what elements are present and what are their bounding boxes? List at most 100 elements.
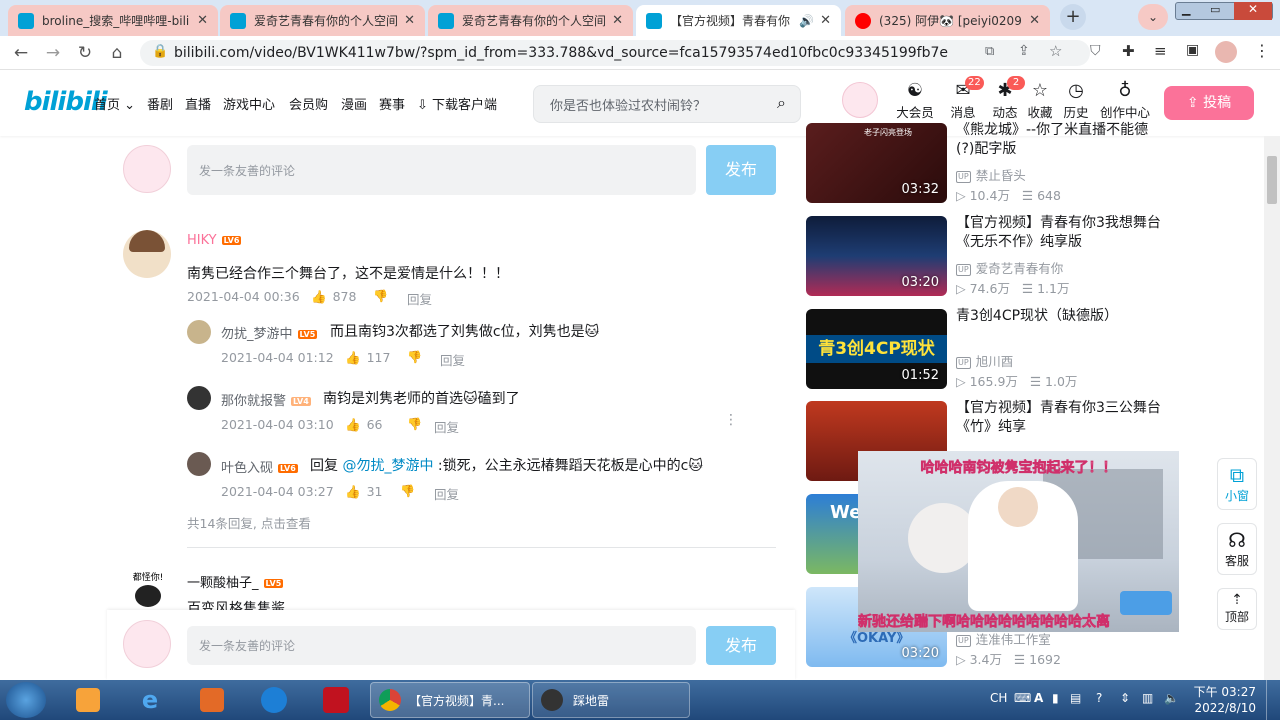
nav-vip-shop[interactable]: 会员购 xyxy=(289,94,328,113)
profile-avatar[interactable] xyxy=(1215,41,1237,63)
audio-playing-icon[interactable]: 🔊 xyxy=(799,14,814,28)
internet-explorer-icon[interactable]: e xyxy=(122,683,178,717)
tab-search-chevron-icon[interactable]: ⌄ xyxy=(1138,4,1168,30)
avatar[interactable] xyxy=(187,452,211,476)
forward-icon[interactable]: → xyxy=(42,42,64,64)
page-scrollbar[interactable] xyxy=(1264,136,1280,680)
media-player-icon[interactable] xyxy=(60,683,116,717)
minimize-icon[interactable]: ▁ xyxy=(1182,3,1190,16)
close-icon[interactable]: ✕ xyxy=(612,13,623,28)
back-icon[interactable]: ← xyxy=(10,42,32,64)
share-icon[interactable]: ⇪ xyxy=(1018,43,1030,59)
avatar[interactable] xyxy=(187,320,211,344)
post-button-bottom[interactable]: 发布 xyxy=(706,626,776,665)
browser-tab-3[interactable]: 爱奇艺青春有你的个人空间 ✕ xyxy=(428,5,633,36)
new-tab-button[interactable]: + xyxy=(1060,4,1086,30)
post-button-top[interactable]: 发布 xyxy=(706,145,776,195)
header-creator-center[interactable]: ♁ 创作中心 xyxy=(1096,80,1154,121)
garena-icon[interactable] xyxy=(308,683,364,717)
nav-live[interactable]: 直播 xyxy=(185,94,211,113)
customer-service-button[interactable]: ☊ 客服 xyxy=(1217,523,1257,575)
header-vip[interactable]: ☯ 大会员 xyxy=(893,80,937,121)
browser-tab-5[interactable]: (325) 阿伊🐼 [peiyi0209] ✕ xyxy=(845,5,1050,36)
avatar[interactable] xyxy=(187,386,211,410)
show-desktop-button[interactable] xyxy=(1266,680,1280,720)
app-icon[interactable] xyxy=(184,683,240,717)
fullwidth-icon[interactable]: ▮ xyxy=(1052,691,1059,705)
recommend-card[interactable]: 老子闪亮登场 03:32 《熊龙城》--你了米直播不能德(?)配字版 UP 禁止昏… xyxy=(806,121,1166,205)
clock[interactable]: 下午 03:27 2022/8/10 xyxy=(1190,684,1256,716)
home-icon[interactable]: ⌂ xyxy=(106,42,128,64)
header-message[interactable]: ✉ 22 消息 xyxy=(941,76,985,121)
window-close-icon[interactable]: ✕ xyxy=(1234,2,1272,20)
media-queue-icon[interactable]: ≡ xyxy=(1154,42,1167,60)
ime-icon[interactable]: ⌨ xyxy=(1014,691,1031,705)
like-button[interactable]: 👍 878 xyxy=(311,289,356,305)
dislike-icon[interactable]: 👎 xyxy=(407,350,422,364)
nav-home[interactable]: 首页 ⌄ xyxy=(94,94,135,113)
recommend-card[interactable]: 03:20 【官方视频】青春有你3我想舞台《无乐不作》纯享版 UP 爱奇艺青春有你… xyxy=(806,214,1166,298)
avatar[interactable] xyxy=(123,230,171,278)
mini-window-button[interactable]: ⧉ 小窗 xyxy=(1217,458,1257,510)
video-uploader[interactable]: UP 禁止昏头 xyxy=(956,165,1026,184)
video-title[interactable]: 【官方视频】青春有你3我想舞台《无乐不作》纯享版 xyxy=(956,214,1166,252)
taskbar-task-minesweeper[interactable]: 踩地雷 xyxy=(532,682,690,718)
video-uploader[interactable]: UP 爱奇艺青春有你 xyxy=(956,258,1063,277)
browser-tab-1[interactable]: broline_搜索_哔哩哔哩-bili ✕ xyxy=(8,5,218,36)
avatar[interactable]: 都怪你! xyxy=(123,570,173,610)
reload-icon[interactable]: ↻ xyxy=(74,42,96,64)
like-button[interactable]: 👍 66 xyxy=(345,417,382,433)
browser-tab-4-active[interactable]: 【官方视频】青春有你 🔊 ✕ xyxy=(636,5,841,36)
video-thumbnail[interactable]: 青3创4CP现状 01:52 xyxy=(806,309,947,389)
comment-input-bottom[interactable]: 发一条友善的评论 xyxy=(187,626,696,665)
nav-game-center[interactable]: 游戏中心 xyxy=(223,94,275,113)
reply-button[interactable]: 回复 xyxy=(440,350,465,369)
dislike-icon[interactable]: 👎 xyxy=(400,484,415,498)
help-icon[interactable]: ? xyxy=(1096,691,1102,705)
comment-username[interactable]: HIKY LV6 xyxy=(187,233,242,248)
nav-manga[interactable]: 漫画 xyxy=(341,94,367,113)
video-title[interactable]: 青3创4CP现状（缺德版） xyxy=(956,307,1166,326)
close-icon[interactable]: ✕ xyxy=(404,13,415,28)
reply-button[interactable]: 回复 xyxy=(407,289,432,308)
close-icon[interactable]: ✕ xyxy=(820,13,831,28)
close-icon[interactable]: ✕ xyxy=(197,13,208,28)
reply-button[interactable]: 回复 xyxy=(434,484,459,503)
video-uploader[interactable]: UP 旭川酉 xyxy=(956,351,1013,370)
teamviewer-icon[interactable] xyxy=(246,683,302,717)
maximize-icon[interactable]: ▭ xyxy=(1210,3,1220,16)
comment-username[interactable]: 一颗酸柚子_ LV5 xyxy=(187,572,284,591)
scrollbar-thumb[interactable] xyxy=(1267,156,1277,204)
url-bar[interactable]: 🔒 bilibili.com/video/BV1WK411w7bw/?spm_i… xyxy=(140,40,1090,66)
view-more-replies[interactable]: 共14条回复, 点击查看 xyxy=(187,513,311,532)
mention-link[interactable]: @勿扰_梦游中 xyxy=(342,458,433,474)
video-title[interactable]: 【官方视频】青春有你3三公舞台《竹》纯享 xyxy=(956,399,1166,437)
header-history[interactable]: ◷ 历史 xyxy=(1054,80,1098,121)
user-avatar[interactable] xyxy=(842,82,878,118)
close-icon[interactable]: ✕ xyxy=(1029,13,1040,28)
browser-tab-2[interactable]: 爱奇艺青春有你的个人空间 ✕ xyxy=(220,5,425,36)
nav-esports[interactable]: 赛事 xyxy=(379,94,405,113)
tray-expand-icon[interactable]: ⇕ xyxy=(1120,691,1130,705)
punctuation-icon[interactable]: ▤ xyxy=(1070,691,1081,705)
reply-button[interactable]: 回复 xyxy=(434,417,459,436)
upload-button[interactable]: ⇪ 投稿 xyxy=(1164,86,1254,120)
more-menu-icon[interactable]: ⋮ xyxy=(1254,41,1270,60)
start-button[interactable] xyxy=(6,682,46,718)
reply-username[interactable]: 那你就报警 LV4 xyxy=(221,390,311,409)
extensions-puzzle-icon[interactable]: ✚ xyxy=(1122,42,1135,60)
video-thumbnail[interactable]: 老子闪亮登场 03:32 xyxy=(806,123,947,203)
more-options-icon[interactable]: ⋮ xyxy=(724,412,738,428)
font-icon[interactable]: A xyxy=(1034,691,1043,705)
translate-icon[interactable]: ⧉ xyxy=(985,44,994,59)
extension-shield-icon[interactable]: ⛉ xyxy=(1090,43,1101,59)
video-title[interactable]: 《熊龙城》--你了米直播不能德(?)配字版 xyxy=(956,121,1166,159)
taskbar-task-chrome[interactable]: 【官方视频】青... xyxy=(370,682,530,718)
back-to-top-button[interactable]: ⇡ 顶部 xyxy=(1217,588,1257,630)
search-input[interactable]: 你是否也体验过农村闹铃？ ⌕ xyxy=(533,85,801,123)
like-button[interactable]: 👍 31 xyxy=(345,484,382,500)
nav-download-client[interactable]: ⇩ 下载客户端 xyxy=(417,94,497,113)
comment-input-top[interactable]: 发一条友善的评论 xyxy=(187,145,696,195)
bookmark-star-icon[interactable]: ☆ xyxy=(1049,42,1062,60)
volume-icon[interactable]: 🔈 xyxy=(1164,691,1179,705)
